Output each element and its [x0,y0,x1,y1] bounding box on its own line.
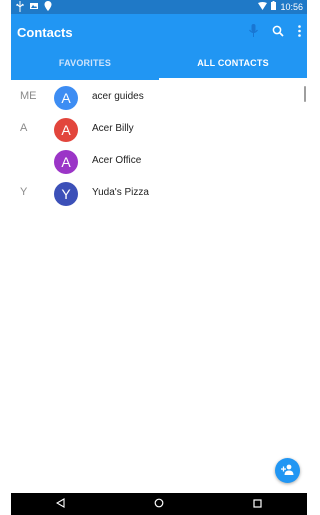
contact-row[interactable]: A Acer Office [11,146,307,178]
tab-all-contacts[interactable]: ALL CONTACTS [159,52,307,80]
navigation-bar [11,493,307,515]
contact-row[interactable]: ME A acer guides [11,82,307,114]
avatar[interactable]: A [54,150,78,174]
search-icon[interactable] [272,24,284,42]
status-icons-right: 10:56 [258,1,303,12]
toolbar-actions [249,24,301,42]
contact-name: Acer Office [92,155,142,166]
mic-icon[interactable] [249,24,258,42]
contact-list: ME A acer guides A A Acer Billy A Acer O… [11,82,307,210]
status-icons-left [16,1,52,14]
status-time: 10:56 [280,1,303,12]
add-contact-button[interactable] [275,458,300,483]
home-icon [154,495,164,513]
wifi-icon [258,1,268,12]
recents-button[interactable] [228,495,288,513]
screen: 10:56 Contacts FAVORITES ALL CONTACTS ME… [11,0,307,515]
contact-row[interactable]: Y Y Yuda's Pizza [11,178,307,210]
device-frame: 10:56 Contacts FAVORITES ALL CONTACTS ME… [0,0,312,515]
location-icon [44,1,52,14]
app-bar: Contacts [11,14,307,52]
app-title: Contacts [17,25,73,40]
contact-name: acer guides [92,91,144,102]
tab-favorites[interactable]: FAVORITES [11,52,159,80]
back-button[interactable] [30,495,90,513]
list-scrollbar[interactable] [304,86,306,102]
contact-row[interactable]: A A Acer Billy [11,114,307,146]
avatar[interactable]: A [54,118,78,142]
avatar[interactable]: Y [54,182,78,206]
status-bar: 10:56 [11,0,307,14]
battery-icon [271,1,277,12]
usb-icon [16,1,24,14]
contact-name: Acer Billy [92,123,134,134]
add-contact-icon [281,462,294,480]
recents-icon [253,495,262,513]
back-icon [55,495,65,513]
device-bezel-left [0,0,11,515]
image-icon [29,1,39,14]
contacts-tabs: FAVORITES ALL CONTACTS [11,52,307,80]
section-header: A [20,122,28,134]
section-header: Y [20,186,28,198]
more-vert-icon[interactable] [298,24,301,42]
avatar[interactable]: A [54,86,78,110]
contact-name: Yuda's Pizza [92,187,149,198]
section-header: ME [20,90,37,102]
home-button[interactable] [129,495,189,513]
